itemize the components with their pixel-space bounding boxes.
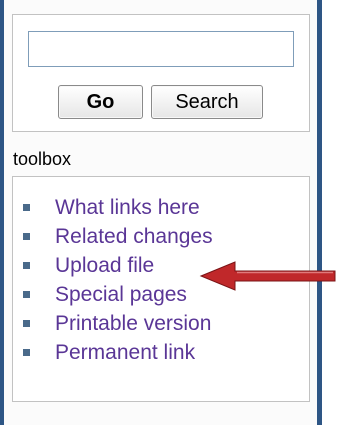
toolbox-title: toolbox	[13, 149, 72, 169]
toolbox-item-printable-version: Printable version	[23, 309, 213, 338]
upload-file-link[interactable]: Upload file	[55, 251, 154, 280]
search-input[interactable]	[28, 31, 294, 67]
search-box: Go Search	[12, 14, 310, 132]
bullet-icon	[23, 320, 30, 327]
related-changes-link[interactable]: Related changes	[55, 222, 213, 251]
toolbox-item-special-pages: Special pages	[23, 280, 213, 309]
bullet-icon	[23, 291, 30, 298]
sidebar-frame: Go Search toolbox What links here Relate…	[0, 0, 322, 425]
bullet-icon	[23, 233, 30, 240]
bullet-icon	[23, 262, 30, 269]
toolbox-item-related-changes: Related changes	[23, 222, 213, 251]
toolbox-list: What links here Related changes Upload f…	[23, 193, 213, 367]
permanent-link-link[interactable]: Permanent link	[55, 338, 195, 367]
toolbox-item-upload-file: Upload file	[23, 251, 213, 280]
go-button[interactable]: Go	[58, 85, 143, 119]
bullet-icon	[23, 349, 30, 356]
search-button[interactable]: Search	[151, 85, 263, 119]
printable-version-link[interactable]: Printable version	[55, 309, 211, 338]
arrow-shape	[199, 261, 336, 291]
bullet-icon	[23, 204, 30, 211]
toolbox-item-what-links-here: What links here	[23, 193, 213, 222]
what-links-here-link[interactable]: What links here	[55, 193, 200, 222]
toolbox-item-permanent-link: Permanent link	[23, 338, 213, 367]
special-pages-link[interactable]: Special pages	[55, 280, 187, 309]
annotation-arrow-icon	[199, 261, 336, 291]
